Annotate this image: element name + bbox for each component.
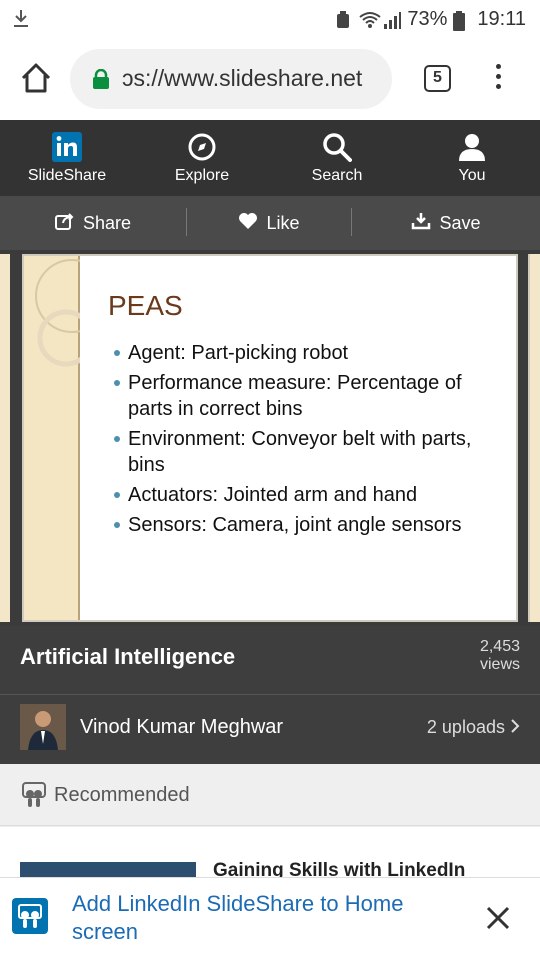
nav-you[interactable]: You (405, 120, 539, 196)
tab-switcher-button[interactable]: 5 (424, 65, 451, 92)
chevron-right-icon (510, 717, 520, 737)
nav-label-explore: Explore (174, 167, 230, 184)
overflow-menu-button[interactable] (490, 64, 506, 94)
nav-slideshare[interactable]: SlideShare (0, 120, 134, 196)
search-icon (322, 132, 352, 162)
uploads-label: 2 uploads (426, 717, 505, 737)
share-icon (54, 212, 75, 235)
slide-decoration (24, 256, 109, 620)
url-text: ɔs://www.slideshare.net (122, 65, 363, 91)
address-bar[interactable]: ɔs://www.slideshare.net (70, 49, 392, 109)
heart-icon (238, 212, 258, 235)
recommended-header: Recommended (0, 764, 540, 826)
views-label: views (479, 656, 520, 673)
signal-icon (383, 11, 402, 29)
action-bar: Share Like Save (0, 196, 540, 250)
uploads-link[interactable]: 2 uploads (427, 717, 520, 738)
add-to-home-banner[interactable]: Add LinkedIn SlideShare to Home screen (0, 877, 540, 960)
slide-bullet: Agent: Part-picking robot (114, 340, 509, 366)
recommended-label: Recommended (54, 784, 190, 806)
recommended-title: Gaining Skills with LinkedIn (213, 860, 466, 877)
slide-viewer[interactable]: PEAS Agent: Part-picking robot Performan… (0, 250, 540, 626)
slide-bullet: Performance measure: Percentage of parts… (114, 370, 509, 422)
like-label: Like (266, 212, 300, 233)
nav-label-slideshare: SlideShare (27, 167, 107, 184)
status-bar: 73% 19:11 (0, 0, 540, 38)
save-button[interactable]: Save (352, 196, 540, 250)
nav-label-you: You (458, 167, 486, 184)
banner-text[interactable]: Add LinkedIn SlideShare to Home screen (72, 890, 462, 946)
browser-toolbar: ɔs://www.slideshare.net 5 (0, 38, 540, 120)
nav-search[interactable]: Search (270, 120, 404, 196)
close-icon[interactable] (484, 904, 512, 932)
nav-label-search: Search (311, 167, 363, 184)
battery-percent: 73% (407, 8, 448, 30)
current-slide[interactable]: PEAS Agent: Part-picking robot Performan… (22, 254, 518, 622)
user-icon (457, 132, 487, 162)
compass-icon (187, 132, 217, 162)
deck-info: Artificial Intelligence 2,453 views Vino… (0, 626, 540, 764)
slide-bullet: Sensors: Camera, joint angle sensors (114, 512, 509, 538)
download-icon (411, 212, 431, 235)
views-number: 2,453 (479, 638, 520, 655)
share-button[interactable]: Share (0, 196, 186, 250)
linkedin-icon (52, 132, 82, 162)
recommended-thumbnail (20, 862, 196, 877)
slideshare-icon (22, 782, 46, 808)
next-slide-peek[interactable] (528, 254, 540, 622)
nav-explore[interactable]: Explore (135, 120, 269, 196)
save-label: Save (439, 212, 481, 233)
like-button[interactable]: Like (187, 196, 351, 250)
view-count: 2,453 views (480, 638, 520, 674)
slide-bullet-list: Agent: Part-picking robot Performance me… (114, 340, 509, 542)
recommended-item[interactable]: Gaining Skills with LinkedIn (0, 827, 540, 877)
data-saver-icon (335, 10, 353, 29)
slideshare-app-icon (12, 898, 48, 934)
share-label: Share (82, 212, 132, 233)
lock-icon (92, 68, 110, 89)
slide-bullet: Environment: Conveyor belt with parts, b… (114, 426, 509, 478)
home-icon (21, 63, 51, 93)
slide-bullet: Actuators: Jointed arm and hand (114, 482, 509, 508)
deck-title: Artificial Intelligence (20, 644, 236, 669)
home-button[interactable] (18, 60, 54, 96)
author-avatar[interactable] (20, 704, 66, 750)
wifi-icon (359, 11, 382, 29)
previous-slide-peek[interactable] (0, 254, 10, 622)
download-icon (12, 8, 30, 34)
author-name[interactable]: Vinod Kumar Meghwar (80, 716, 283, 739)
slide-title: PEAS (108, 290, 183, 321)
slideshare-navbar: SlideShare Explore Search You (0, 120, 540, 196)
battery-icon (453, 10, 471, 31)
clock: 19:11 (477, 8, 526, 30)
